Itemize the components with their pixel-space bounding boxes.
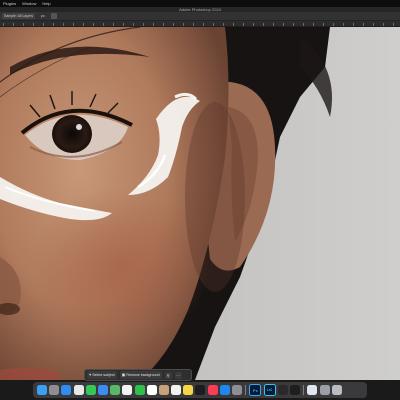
remove-background-label: Remove background [126, 373, 160, 377]
dock-separator [303, 385, 305, 395]
messages-icon[interactable] [85, 385, 96, 395]
preview-icon[interactable] [307, 385, 318, 395]
select-subject-button[interactable]: ⌖ Select subject [87, 371, 117, 379]
ruler-tick [3, 23, 4, 26]
menu-item-help[interactable]: Help [42, 0, 50, 7]
ruler-tick [343, 23, 344, 26]
appstore-icon[interactable] [219, 385, 230, 395]
document-canvas[interactable] [0, 27, 400, 380]
ruler-tick [153, 23, 154, 26]
ruler-tick [373, 23, 374, 26]
contacts-icon[interactable] [158, 385, 169, 395]
ruler-tick [253, 23, 254, 26]
ruler-tick [293, 23, 294, 26]
dock-separator [245, 385, 247, 395]
ruler-tick [183, 23, 184, 26]
files-icon[interactable] [319, 385, 330, 395]
menu-item-window[interactable]: Window [22, 0, 36, 7]
ruler-tick [393, 23, 394, 26]
ruler-tick [173, 23, 174, 26]
safari-icon[interactable] [61, 385, 72, 395]
reminders-icon[interactable] [171, 385, 182, 395]
launchpad-icon[interactable] [49, 385, 60, 395]
sample-layers-dropdown[interactable]: Sample: All Layers [2, 13, 35, 19]
facetime-icon[interactable] [134, 385, 145, 395]
ruler-tick [123, 23, 124, 26]
trash-icon[interactable] [331, 385, 342, 395]
chrome-icon[interactable] [73, 385, 84, 395]
ruler-tick [73, 23, 74, 26]
ruler-tick [223, 23, 224, 26]
ruler-tick [313, 23, 314, 26]
finder-icon[interactable] [37, 385, 47, 395]
maps-icon[interactable] [110, 385, 121, 395]
portrait-photo [0, 27, 400, 380]
ruler-tick [163, 23, 164, 26]
ruler-tick [113, 23, 114, 26]
ruler-tick [273, 23, 274, 26]
ruler-tick [33, 23, 34, 26]
more-options-icon[interactable]: ⋯ [174, 371, 182, 379]
ruler-tick [83, 23, 84, 26]
ruler-tick [23, 23, 24, 26]
ruler-tick [283, 23, 284, 26]
lightroom-icon[interactable]: LrC [263, 384, 276, 396]
ruler-tick [93, 23, 94, 26]
ruler-tick [363, 23, 364, 26]
ruler-tick [383, 23, 384, 26]
ruler-tick [333, 23, 334, 26]
ruler-tick [353, 23, 354, 26]
ruler-tick [323, 23, 324, 26]
settings-icon[interactable] [232, 385, 242, 395]
photos-icon[interactable] [122, 385, 133, 395]
menu-item-plugins[interactable]: Plugins [3, 0, 16, 7]
ruler-tick [53, 23, 54, 26]
ruler-tick [43, 23, 44, 26]
menu-bar: Plugins Window Help [0, 0, 400, 7]
ruler-tick [143, 23, 144, 26]
ruler-tick [13, 23, 14, 26]
select-subject-icon: ⌖ [89, 372, 92, 377]
ruler-tick [133, 23, 134, 26]
ruler-tick [233, 23, 234, 26]
photoshop-screen: Plugins Window Help Adobe Photoshop 2024… [0, 0, 400, 400]
terminal-icon[interactable] [289, 385, 300, 395]
options-tool-icon[interactable] [50, 13, 57, 19]
contextual-task-bar: ⌖ Select subject ▣ Remove background ⚲ ⋯ [84, 369, 192, 381]
select-subject-label: Select subject [92, 373, 115, 377]
pin-icon[interactable]: ⚲ [164, 371, 172, 379]
remove-background-button[interactable]: ▣ Remove background [119, 371, 162, 379]
mail-icon[interactable] [97, 385, 108, 395]
calendar-icon[interactable] [146, 385, 157, 395]
ruler-tick [243, 23, 244, 26]
ruler-tick [263, 23, 264, 26]
ruler-tick [103, 23, 104, 26]
music-icon[interactable] [207, 385, 218, 395]
options-bar: Sample: All Layers px [0, 12, 400, 21]
ruler-tick [203, 23, 204, 26]
dock: Ps LrC [33, 382, 367, 398]
finalcut-icon[interactable] [277, 385, 288, 395]
ruler-tick [63, 23, 64, 26]
tv-icon[interactable] [195, 385, 206, 395]
photoshop-icon[interactable]: Ps [249, 384, 262, 396]
ruler-tick [213, 23, 214, 26]
notes-icon[interactable] [183, 385, 194, 395]
ruler-tick [193, 23, 194, 26]
remove-background-icon: ▣ [121, 372, 126, 377]
ruler-tick [303, 23, 304, 26]
options-value-label: px [41, 14, 45, 18]
